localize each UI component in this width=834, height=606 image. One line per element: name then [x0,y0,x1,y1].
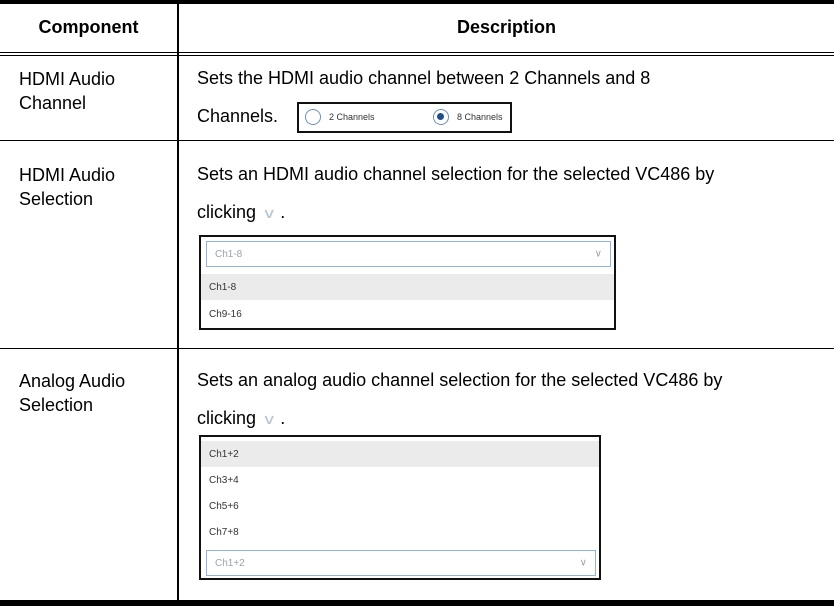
chevron-down-icon: ∨ [261,411,277,427]
row3-desc-end: . [280,408,286,428]
analog-option[interactable]: Ch7+8 [201,519,599,545]
analog-option-label: Ch7+8 [209,526,239,538]
chevron-down-icon: ∨ [261,205,277,221]
radio-2-channels-label: 2 Channels [329,112,375,122]
analog-option-label: Ch1+2 [209,448,239,460]
analog-dropdown-image: Ch1+2 Ch3+4 Ch5+6 Ch7+8 Ch1+2 ∨ [199,435,601,580]
row2-desc-line1: Sets an HDMI audio channel selection for… [197,164,715,184]
row1-divider [0,140,834,141]
hdmi-option[interactable]: Ch9-16 [201,301,614,327]
analog-option[interactable]: Ch5+6 [201,493,599,519]
radio-8-channels[interactable]: 8 Channels [433,109,503,125]
hdmi-option-label: Ch1-8 [209,281,237,293]
radio-circle-selected [433,109,449,125]
channel-radio-group: 2 Channels 8 Channels [297,102,512,133]
analog-select-box[interactable]: Ch1+2 ∨ [206,550,596,576]
row2-desc-end: . [280,202,286,222]
radio-8-channels-label: 8 Channels [457,112,503,122]
header-component: Component [38,17,139,37]
row2-desc-line2-wrap: clicking ∨. [197,193,285,232]
hdmi-option-label: Ch9-16 [209,308,242,320]
column-divider [177,0,179,606]
top-border [0,0,834,4]
row3-desc-line2: clicking [197,408,257,428]
hdmi-select-box[interactable]: Ch1-8 ∨ [206,241,611,267]
row1-desc-line1: Sets the HDMI audio channel between 2 Ch… [197,68,651,88]
row2-divider [0,348,834,349]
chevron-down-icon: ∨ [579,557,587,569]
hdmi-option[interactable]: Ch1-8 [201,274,614,300]
radio-circle [305,109,321,125]
header-divider [0,52,834,53]
row2-desc-line2: clicking [197,202,257,222]
analog-option[interactable]: Ch1+2 [201,441,599,467]
row1-component: HDMI Audio Channel [19,69,116,113]
row2-component: HDMI Audio Selection [19,165,116,209]
bottom-border [0,600,834,606]
analog-option-label: Ch5+6 [209,500,239,512]
analog-option[interactable]: Ch3+4 [201,467,599,493]
row1-desc-line2: Channels. [197,106,279,126]
header-description: Description [456,17,557,37]
component-description-table: Component Description HDMI Audio Channel… [0,0,834,606]
radio-2-channels[interactable]: 2 Channels [305,109,375,125]
analog-select-value: Ch1+2 [215,557,245,569]
row3-desc-line1: Sets an analog audio channel selection f… [197,370,723,390]
row3-desc-line2-wrap: clicking ∨. [197,399,285,438]
chevron-down-icon: ∨ [594,248,602,260]
hdmi-dropdown-image: Ch1-8 ∨ Ch1-8 Ch9-16 [199,235,616,330]
header-divider-2 [0,55,834,56]
hdmi-select-value: Ch1-8 [215,248,243,260]
analog-option-label: Ch3+4 [209,474,239,486]
row3-component: Analog Audio Selection [19,371,126,415]
